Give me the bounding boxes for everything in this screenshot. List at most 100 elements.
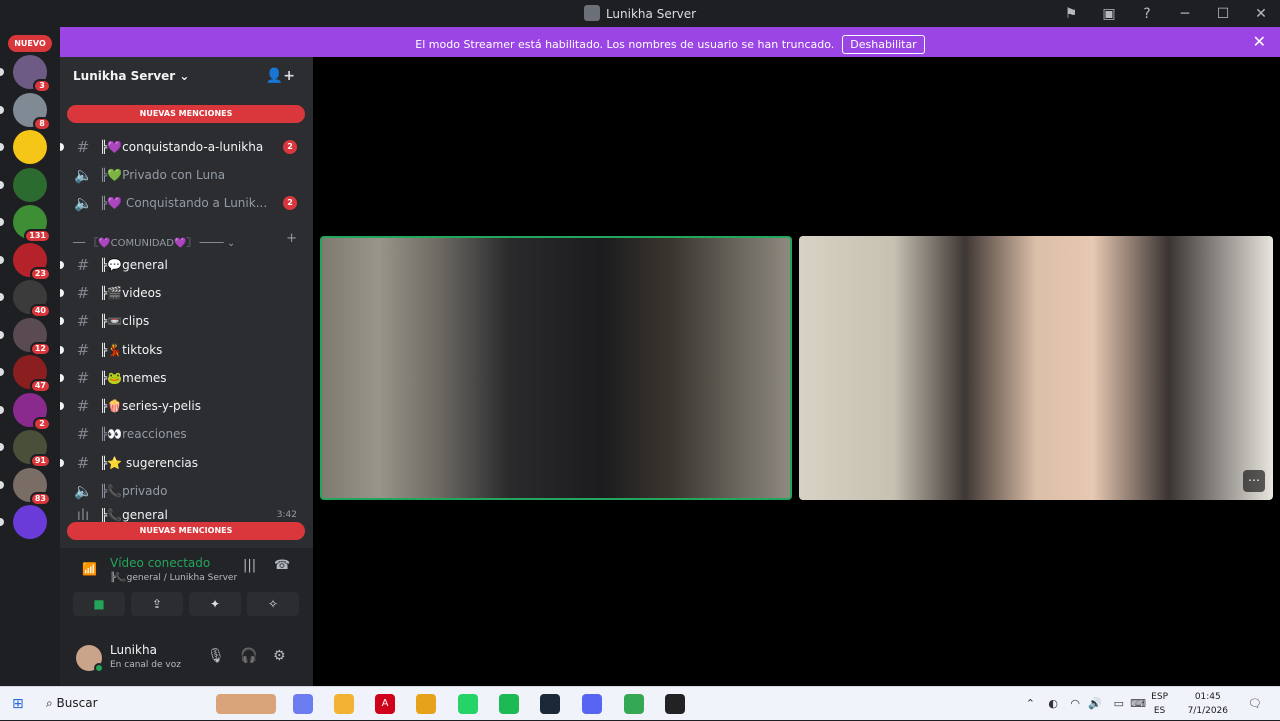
chevron-up-icon[interactable]: ⌃	[1026, 697, 1035, 710]
server-icon-0[interactable]: 3	[13, 55, 51, 93]
mention-badge: 40	[29, 304, 51, 318]
copilot-icon[interactable]	[293, 694, 313, 714]
unread-indicator	[0, 368, 4, 376]
disconnect-icon[interactable]: ☎	[274, 558, 290, 573]
settings-icon[interactable]: ⚙	[273, 648, 286, 664]
discord-icon[interactable]	[582, 694, 602, 714]
channel-name: ╠🍿series-y-pelis	[100, 399, 201, 413]
channel-name: ╠📼clips	[100, 314, 150, 328]
chrome-profile-icon[interactable]	[624, 694, 644, 714]
video-tile-2[interactable]: ⋯	[799, 236, 1273, 500]
volume-icon[interactable]: 🔊	[1088, 697, 1102, 710]
minimize-button[interactable]: ─	[1166, 6, 1204, 22]
server-icon-6[interactable]: 40	[13, 280, 51, 318]
activities-button[interactable]: ✦	[189, 592, 241, 616]
maximize-button[interactable]: ☐	[1204, 6, 1242, 22]
headphones-icon[interactable]: 🎧	[240, 648, 257, 664]
server-icon-2[interactable]	[13, 130, 47, 164]
language-indicator[interactable]: ESP ES	[1151, 690, 1168, 718]
screen-share-icon[interactable]: ▣	[1090, 6, 1128, 22]
channel-item[interactable]: # ╠🍿series-y-pelis	[60, 393, 313, 419]
noise-suppression-icon[interactable]: |||	[243, 558, 256, 573]
online-status-icon	[94, 663, 104, 673]
battery-icon[interactable]: ▭	[1114, 697, 1124, 710]
voice-status[interactable]: Vídeo conectado	[110, 556, 210, 570]
server-icon-5[interactable]: 23	[13, 242, 51, 281]
notifications-icon[interactable]: 🗨	[1248, 697, 1262, 710]
add-channel-icon[interactable]: +	[286, 231, 297, 246]
chrome-icon[interactable]	[416, 694, 436, 714]
new-mentions-bottom[interactable]: NUEVAS MENCIONES	[67, 522, 305, 540]
server-icon-9[interactable]: 2	[13, 392, 51, 431]
file-explorer-icon[interactable]	[334, 694, 354, 714]
user-name[interactable]: Lunikha	[110, 643, 157, 657]
unread-indicator	[60, 261, 64, 269]
unread-indicator	[0, 143, 4, 151]
mention-badge: 2	[33, 416, 51, 431]
server-name: Lunikha Server	[73, 69, 176, 83]
keyboard-icon[interactable]: ⌨	[1130, 697, 1146, 710]
channel-item[interactable]: 🔈 ╠📞privado	[60, 478, 313, 504]
wifi-icon[interactable]: ◠	[1070, 697, 1080, 710]
inbox-flag-icon[interactable]: ⚑	[1052, 6, 1090, 22]
server-icon-1[interactable]: 8	[13, 92, 51, 131]
channel-item[interactable]: # ╠🐸memes	[60, 365, 313, 391]
camera-button[interactable]: ■	[73, 592, 125, 616]
server-list: NUEVO 3 8 131 23 40 12 47 2 91 83	[0, 27, 60, 686]
channel-item[interactable]: # ╠💬general	[60, 252, 313, 278]
channel-item[interactable]: # ╠💜conquistando-a-lunikha 2	[60, 134, 313, 160]
server-icon-7[interactable]: 12	[13, 317, 51, 356]
channel-item[interactable]: 🔈 ╠💚Privado con Luna	[60, 162, 313, 188]
steam-icon[interactable]	[540, 694, 560, 714]
category-comunidad[interactable]: ── 〖💜COMUNIDAD💜〗 ──── ⌄	[73, 234, 235, 249]
tray-app-icon[interactable]: ◐	[1048, 697, 1058, 710]
new-mentions-top[interactable]: NUEVAS MENCIONES	[67, 105, 305, 123]
disable-streamer-button[interactable]: Deshabilitar	[842, 35, 925, 54]
close-button[interactable]: ✕	[1242, 6, 1280, 22]
unread-indicator	[0, 330, 4, 339]
signal-icon[interactable]: 📶	[82, 562, 97, 576]
spotify-icon[interactable]	[499, 694, 519, 714]
taskbar-search[interactable]: ⌕ Buscar	[46, 696, 98, 711]
help-icon[interactable]: ?	[1128, 6, 1166, 22]
channel-item[interactable]: # ╠👀reacciones	[60, 421, 313, 447]
whatsapp-icon[interactable]	[458, 694, 478, 714]
user-panel: Lunikha En canal de voz 🎙 🎧 ⚙	[60, 630, 313, 686]
text-channel-icon: #	[76, 312, 90, 330]
server-icon-3[interactable]	[13, 167, 47, 202]
search-highlight-image[interactable]	[216, 694, 276, 714]
server-icon-8[interactable]: 47	[13, 355, 51, 393]
channel-item[interactable]: # ╠🎬videos	[60, 280, 313, 306]
more-options-icon[interactable]: ⋯	[1243, 470, 1265, 492]
voice-channel-icon: 🔈	[74, 482, 93, 500]
channel-name: ╠🎬videos	[100, 286, 162, 300]
channel-sidebar: Lunikha Server ⌄ 👤+ NUEVAS MENCIONES # ╠💜…	[60, 57, 313, 686]
close-banner-icon[interactable]: ✕	[1253, 32, 1266, 51]
server-icon-4[interactable]: 131	[13, 205, 51, 243]
acrobat-icon[interactable]: A	[375, 694, 395, 714]
channel-item[interactable]: # ╠⭐ sugerencias	[60, 450, 313, 476]
server-header[interactable]: Lunikha Server ⌄ 👤+	[60, 57, 313, 97]
channel-name: ╠💃tiktoks	[100, 343, 163, 357]
server-icon-10[interactable]: 91	[13, 430, 51, 468]
channel-item[interactable]: 🔈 ╠💜 Conquistando a Lunik... 2	[60, 190, 313, 216]
video-tile-1[interactable]	[320, 236, 792, 500]
app-icon[interactable]	[665, 694, 685, 714]
server-icon-11[interactable]: 83	[13, 467, 51, 506]
soundboard-button[interactable]: ✧	[247, 592, 299, 616]
server-icon-12[interactable]	[13, 505, 47, 539]
unread-indicator	[60, 289, 64, 297]
text-channel-icon: #	[76, 341, 90, 359]
clock[interactable]: 01:45 7/1/2026	[1188, 690, 1228, 718]
channel-item[interactable]: # ╠📼clips	[60, 308, 313, 334]
microphone-icon[interactable]: 🎙	[207, 648, 225, 664]
share-screen-button[interactable]: ⇪	[131, 592, 183, 616]
voice-location[interactable]: ╠📞general / Lunikha Server	[110, 573, 237, 583]
channel-partial-general[interactable]: ılı ╠📞general 3:42	[60, 508, 313, 522]
add-user-icon[interactable]: 👤+	[266, 68, 295, 84]
new-badge[interactable]: NUEVO	[8, 35, 52, 52]
channel-item[interactable]: # ╠💃tiktoks	[60, 337, 313, 363]
voice-channel-icon: 🔈	[74, 194, 93, 212]
unread-indicator	[0, 480, 4, 489]
windows-start-icon[interactable]: ⊞	[12, 696, 24, 712]
